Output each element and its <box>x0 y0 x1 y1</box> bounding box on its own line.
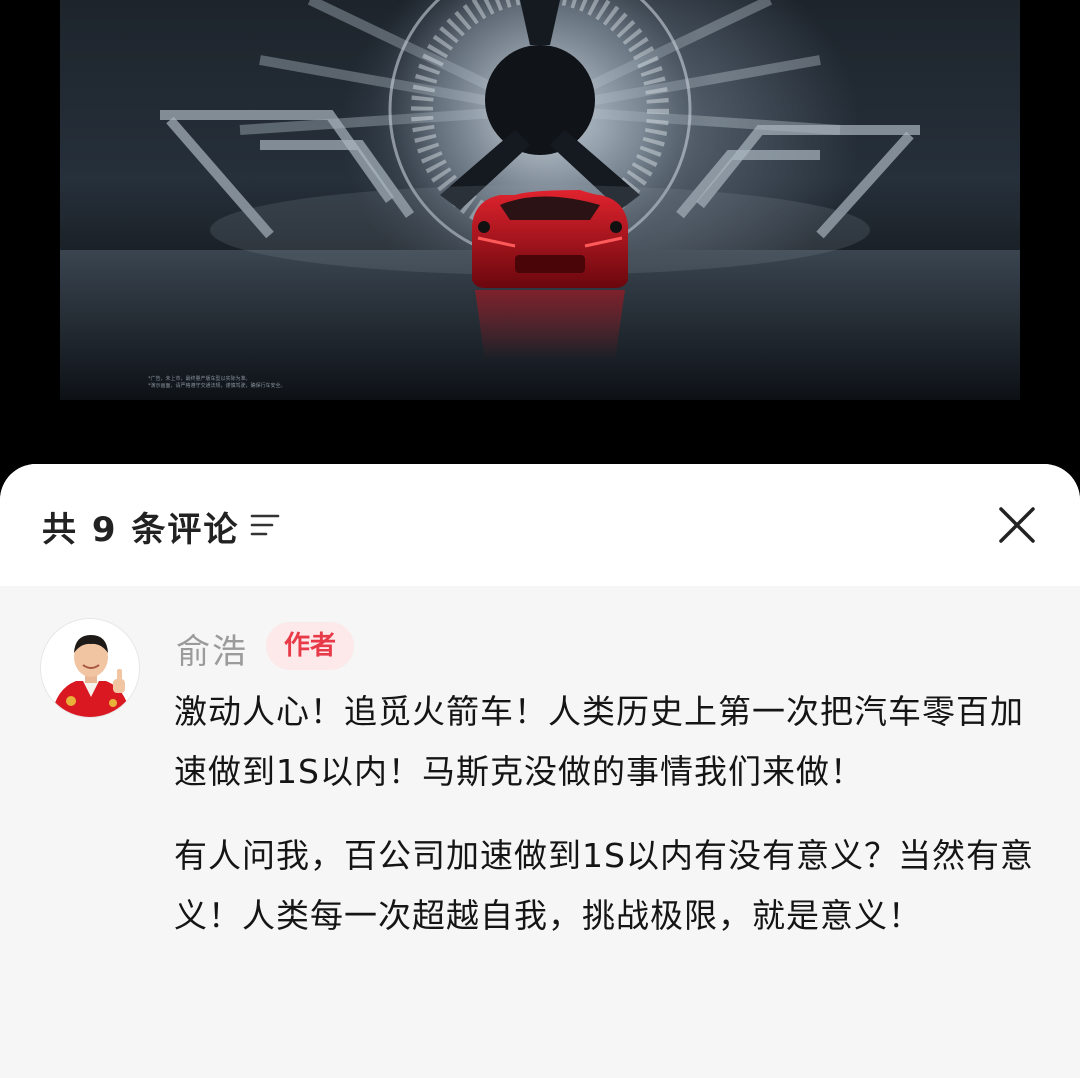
screen: *广告，未上市，最终量产版车型以实际为准。 *演示画面，请严格遵守交通法规，谨慎… <box>0 0 1080 1078</box>
comment-count-title: 共 9 条评论 <box>42 510 240 550</box>
sort-lines-icon[interactable] <box>248 512 282 540</box>
comment-paragraph: 激动人心！追觅火箭车！人类历史上第一次把汽车零百加速做到1S以内！马斯克没做的事… <box>174 692 1024 791</box>
wind-tunnel-car-illustration <box>60 0 1020 400</box>
close-x-icon[interactable] <box>996 504 1038 546</box>
comment-paragraph: 有人问我，百公司加速做到1S以内有没有意义？当然有意义！人类每一次超越自我，挑战… <box>174 836 1034 935</box>
comment-text: 激动人心！追觅火箭车！人类历史上第一次把汽车零百加速做到1S以内！马斯克没做的事… <box>174 682 1044 970</box>
post-image[interactable]: *广告，未上市，最终量产版车型以实际为准。 *演示画面，请严格遵守交通法规，谨慎… <box>60 0 1020 400</box>
author-name[interactable]: 俞浩 <box>176 624 248 673</box>
comment-list: 俞浩 作者 激动人心！追觅火箭车！人类历史上第一次把汽车零百加速做到1S以内！马… <box>0 586 1080 1078</box>
author-portrait-icon <box>41 619 139 717</box>
comments-header: 共 9 条评论 <box>0 464 1080 586</box>
comments-sheet: 共 9 条评论 俞浩 作者 激动人心！追觅火箭车！人类历史上第一次把汽车零百加速… <box>0 464 1080 1078</box>
red-car <box>472 190 628 288</box>
disclaimer-line-2: *演示画面，请严格遵守交通法规，谨慎驾驶，确保行车安全。 <box>148 383 286 389</box>
disclaimer-line-1: *广告，未上市，最终量产版车型以实际为准。 <box>148 376 251 382</box>
avatar[interactable] <box>40 618 140 718</box>
image-disclaimer: *广告，未上市，最终量产版车型以实际为准。 *演示画面，请严格遵守交通法规，谨慎… <box>148 376 286 390</box>
author-badge: 作者 <box>266 622 354 670</box>
